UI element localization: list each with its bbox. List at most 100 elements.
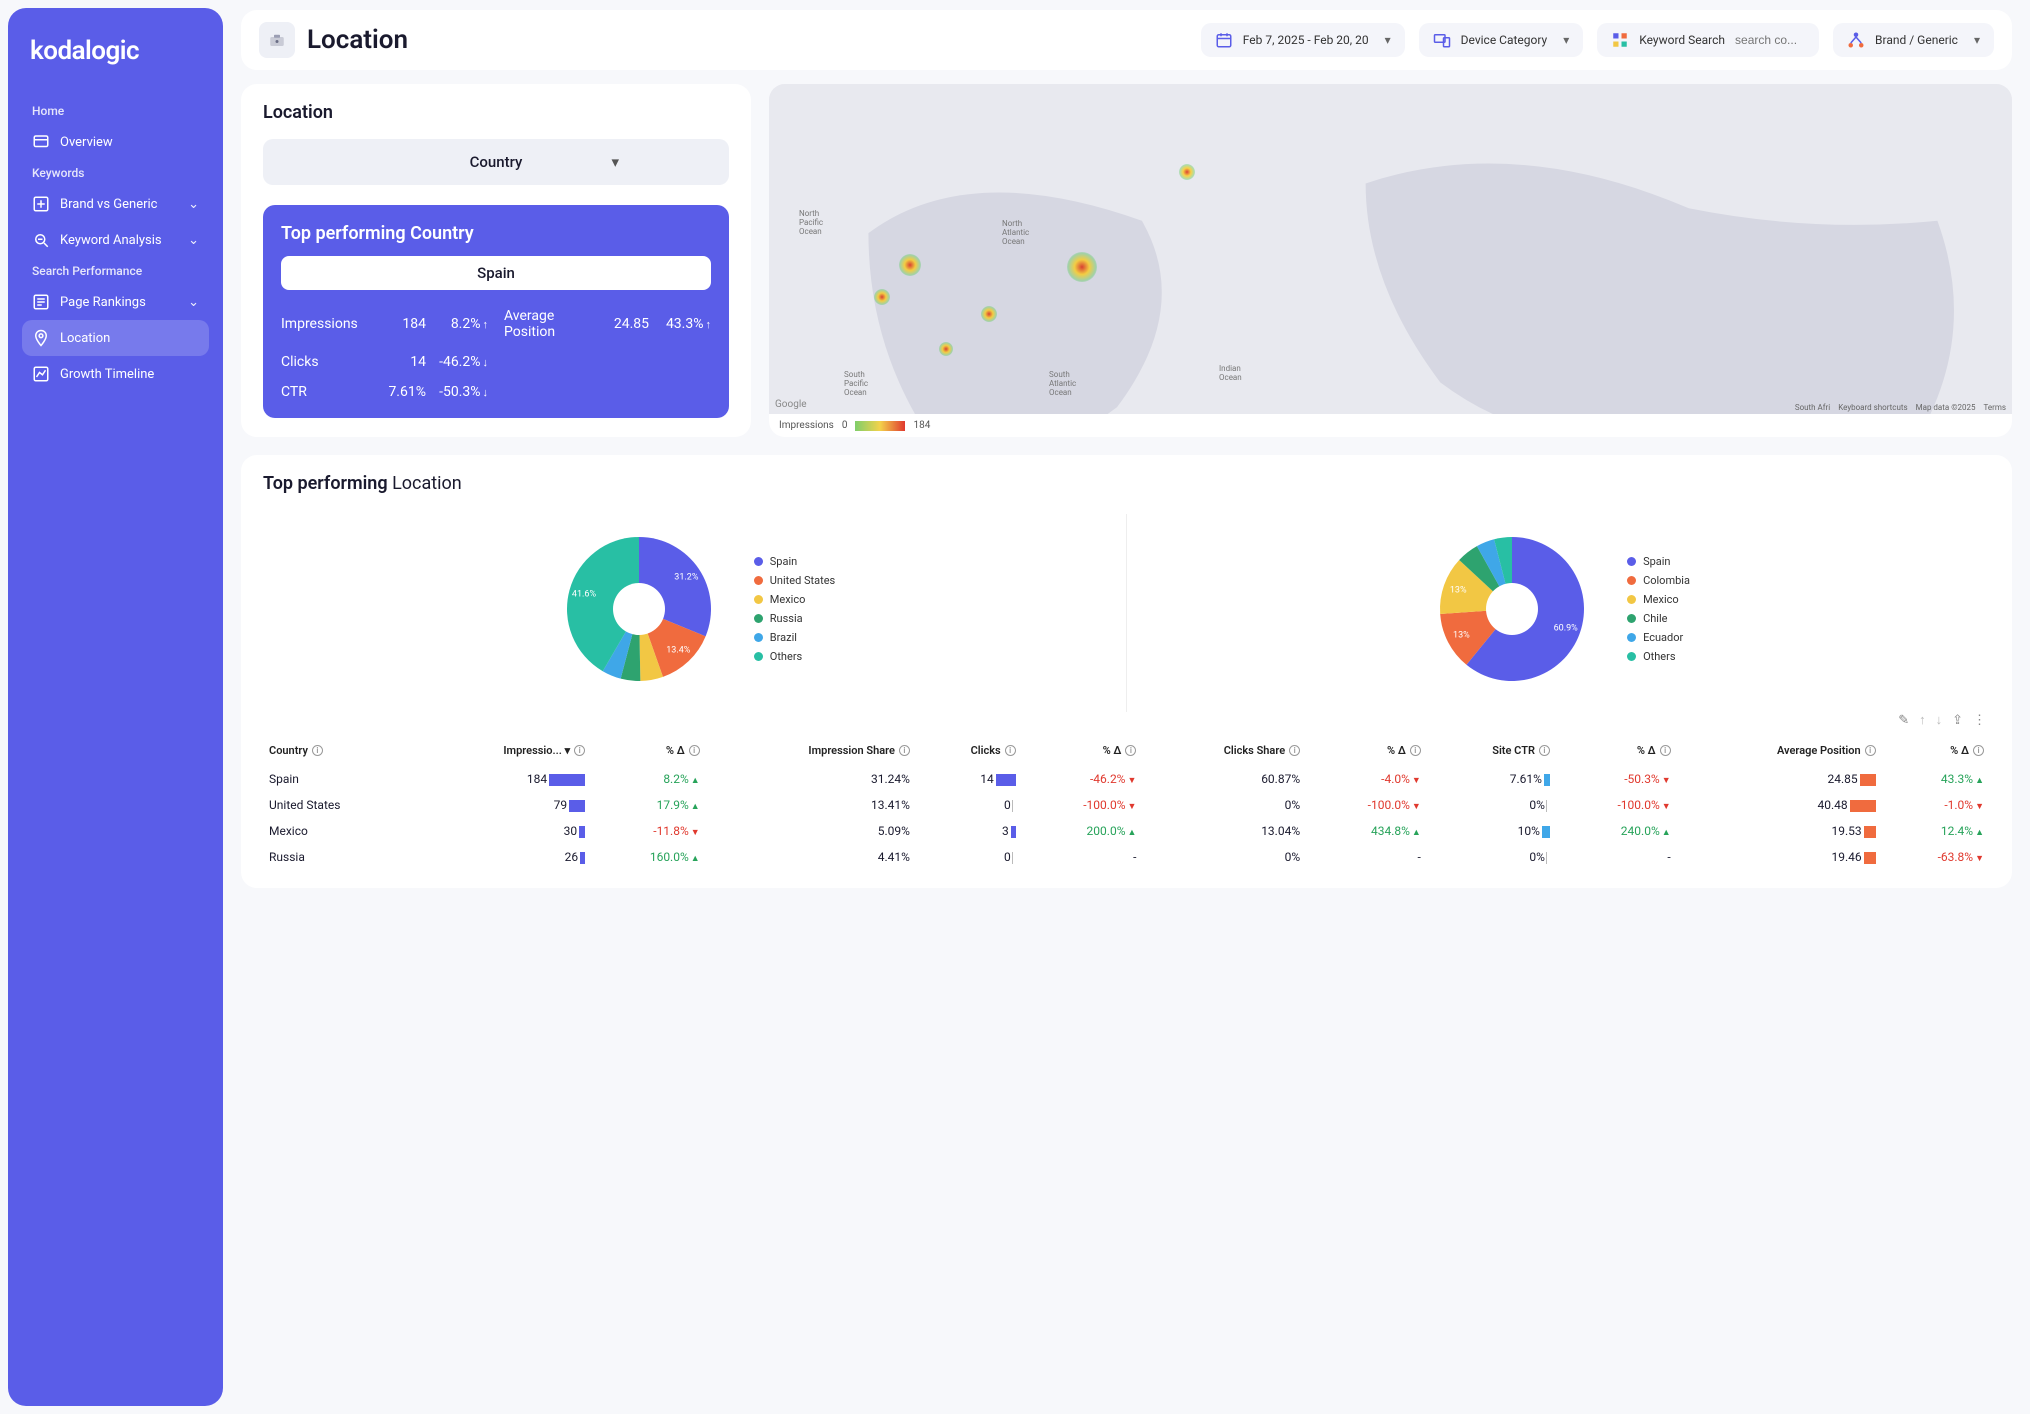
svg-text:13%: 13% <box>1453 631 1470 641</box>
cell-avgpos: 19.53 <box>1677 818 1882 844</box>
top-country-card: Top performing Country Spain Impressions… <box>263 205 729 418</box>
table-row[interactable]: Spain 184 8.2%▲ 31.24% 14 -46.2%▼ 60.87%… <box>263 766 1990 793</box>
more-icon[interactable]: ⋮ <box>1973 713 1986 728</box>
legend-item[interactable]: Ecuador <box>1627 631 1690 644</box>
edit-icon[interactable]: ✎ <box>1898 713 1909 728</box>
device-category-select[interactable]: Device Category ▾ <box>1419 23 1584 57</box>
chevron-down-icon: ▾ <box>1974 33 1980 47</box>
chart-legend: Spain United States Mexico Russia Brazil Othe… <box>754 555 835 663</box>
legend-item[interactable]: United States <box>754 574 835 587</box>
charts-title: Top performing Location <box>263 473 1990 494</box>
table-row[interactable]: Russia 26 160.0%▲ 4.41% 0 - 0% - 0% - 19… <box>263 844 1990 870</box>
arrow-up-icon: ↑ <box>483 318 489 331</box>
sidebar-item-page-rankings[interactable]: Page Rankings⌄ <box>22 284 209 320</box>
sidebar-item-location[interactable]: Location <box>22 320 209 356</box>
export-icon[interactable]: ⇪ <box>1952 713 1963 728</box>
column-header[interactable]: % Δ i <box>1882 736 1990 766</box>
column-header[interactable]: Site CTR i <box>1427 736 1556 766</box>
column-header[interactable]: % Δ i <box>591 736 706 766</box>
top-country-value: Spain <box>281 256 711 290</box>
legend-item[interactable]: Brazil <box>754 631 835 644</box>
brand-generic-icon <box>32 195 50 213</box>
keyword-search[interactable]: Keyword Search <box>1597 23 1819 57</box>
sidebar-item-overview[interactable]: Overview <box>22 124 209 160</box>
dimension-select[interactable]: Country ▾ <box>263 139 729 185</box>
column-header[interactable]: Clicks Share i <box>1142 736 1306 766</box>
info-icon[interactable]: i <box>1865 745 1876 756</box>
info-icon[interactable]: i <box>1539 745 1550 756</box>
chevron-down-icon: ▾ <box>611 153 619 171</box>
sidebar-item-label: Keyword Analysis <box>60 233 162 248</box>
column-header[interactable]: % Δ i <box>1556 736 1677 766</box>
growth-timeline-icon <box>32 365 50 383</box>
column-header[interactable]: Average Position i <box>1677 736 1882 766</box>
brand-logo: kodalogic <box>22 36 209 66</box>
cell-clk-delta: -100.0%▼ <box>1022 792 1143 818</box>
keyword-search-input[interactable] <box>1735 33 1805 47</box>
world-map[interactable]: NorthPacificOcean NorthAtlanticOcean Sou… <box>769 84 2012 414</box>
info-icon[interactable]: i <box>1005 745 1016 756</box>
column-header[interactable]: % Δ i <box>1022 736 1143 766</box>
sidebar-item-brand-vs-generic[interactable]: Brand vs Generic⌄ <box>22 186 209 222</box>
brand-generic-label: Brand / Generic <box>1875 33 1958 47</box>
top-country-title: Top performing Country <box>281 223 711 244</box>
legend-item[interactable]: Others <box>1627 650 1690 663</box>
info-icon[interactable]: i <box>574 745 585 756</box>
column-header[interactable]: Impressio... ▾ i <box>418 736 592 766</box>
column-header[interactable]: Country i <box>263 736 418 766</box>
cell-clk-share: 13.04% <box>1142 818 1306 844</box>
info-icon[interactable]: i <box>1660 745 1671 756</box>
svg-text:13%: 13% <box>1450 585 1467 595</box>
sidebar-item-keyword-analysis[interactable]: Keyword Analysis⌄ <box>22 222 209 258</box>
table-row[interactable]: Mexico 30 -11.8%▼ 5.09% 3 200.0%▲ 13.04%… <box>263 818 1990 844</box>
cell-ctr-delta: 240.0%▲ <box>1556 818 1677 844</box>
terms-link[interactable]: Terms <box>1984 403 2006 412</box>
metric-ctr: CTR 7.61% -50.3%↓ <box>281 384 488 400</box>
nav-section-label: Search Performance <box>22 258 209 284</box>
column-header[interactable]: Impression Share i <box>706 736 916 766</box>
cell-country: United States <box>263 792 418 818</box>
keyboard-shortcuts-link[interactable]: Keyboard shortcuts <box>1838 403 1907 412</box>
arrow-down-icon[interactable]: ↓ <box>1936 712 1943 728</box>
cell-ctr: 7.61% <box>1427 766 1556 793</box>
chevron-down-icon: ⌄ <box>188 197 199 212</box>
cell-clk-share-delta: -4.0%▼ <box>1306 766 1427 793</box>
legend-item[interactable]: Colombia <box>1627 574 1690 587</box>
cell-clk-delta: 200.0%▲ <box>1022 818 1143 844</box>
metric-avg-position: Average Position 24.85 43.3%↑ <box>504 308 711 340</box>
map-legend: Impressions 0 184 <box>769 414 2012 437</box>
table-toolbar: ✎ ↑ ↓ ⇪ ⋮ <box>263 712 1990 728</box>
device-category-label: Device Category <box>1461 33 1548 47</box>
page-header: Location Feb 7, 2025 - Feb 20, 20 ▾ Devi… <box>241 10 2012 70</box>
info-icon[interactable]: i <box>899 745 910 756</box>
table-row[interactable]: United States 79 17.9%▲ 13.41% 0 -100.0%… <box>263 792 1990 818</box>
cell-clicks: 3 <box>916 818 1022 844</box>
info-icon[interactable]: i <box>1125 745 1136 756</box>
brand-generic-select[interactable]: Brand / Generic ▾ <box>1833 23 1994 57</box>
map-hotspot <box>899 254 921 276</box>
map-card: NorthPacificOcean NorthAtlanticOcean Sou… <box>769 84 2012 437</box>
legend-item[interactable]: Russia <box>754 612 835 625</box>
column-header[interactable]: % Δ i <box>1306 736 1427 766</box>
cell-clk-share-delta: -100.0%▼ <box>1306 792 1427 818</box>
info-icon[interactable]: i <box>689 745 700 756</box>
cell-impr-delta: 17.9%▲ <box>591 792 706 818</box>
info-icon[interactable]: i <box>312 745 323 756</box>
legend-item[interactable]: Mexico <box>1627 593 1690 606</box>
map-provider: Google <box>775 399 807 410</box>
arrow-up-icon[interactable]: ↑ <box>1919 712 1926 728</box>
legend-item[interactable]: Chile <box>1627 612 1690 625</box>
calendar-icon <box>1215 31 1233 49</box>
svg-text:31.2%: 31.2% <box>674 573 699 583</box>
legend-item[interactable]: Spain <box>754 555 835 568</box>
sidebar-item-growth-timeline[interactable]: Growth Timeline <box>22 356 209 392</box>
info-icon[interactable]: i <box>1410 745 1421 756</box>
info-icon[interactable]: i <box>1289 745 1300 756</box>
date-range-picker[interactable]: Feb 7, 2025 - Feb 20, 20 ▾ <box>1201 23 1405 57</box>
legend-item[interactable]: Spain <box>1627 555 1690 568</box>
legend-item[interactable]: Others <box>754 650 835 663</box>
column-header[interactable]: Clicks i <box>916 736 1022 766</box>
map-hotspot <box>1179 164 1195 180</box>
legend-item[interactable]: Mexico <box>754 593 835 606</box>
info-icon[interactable]: i <box>1973 745 1984 756</box>
